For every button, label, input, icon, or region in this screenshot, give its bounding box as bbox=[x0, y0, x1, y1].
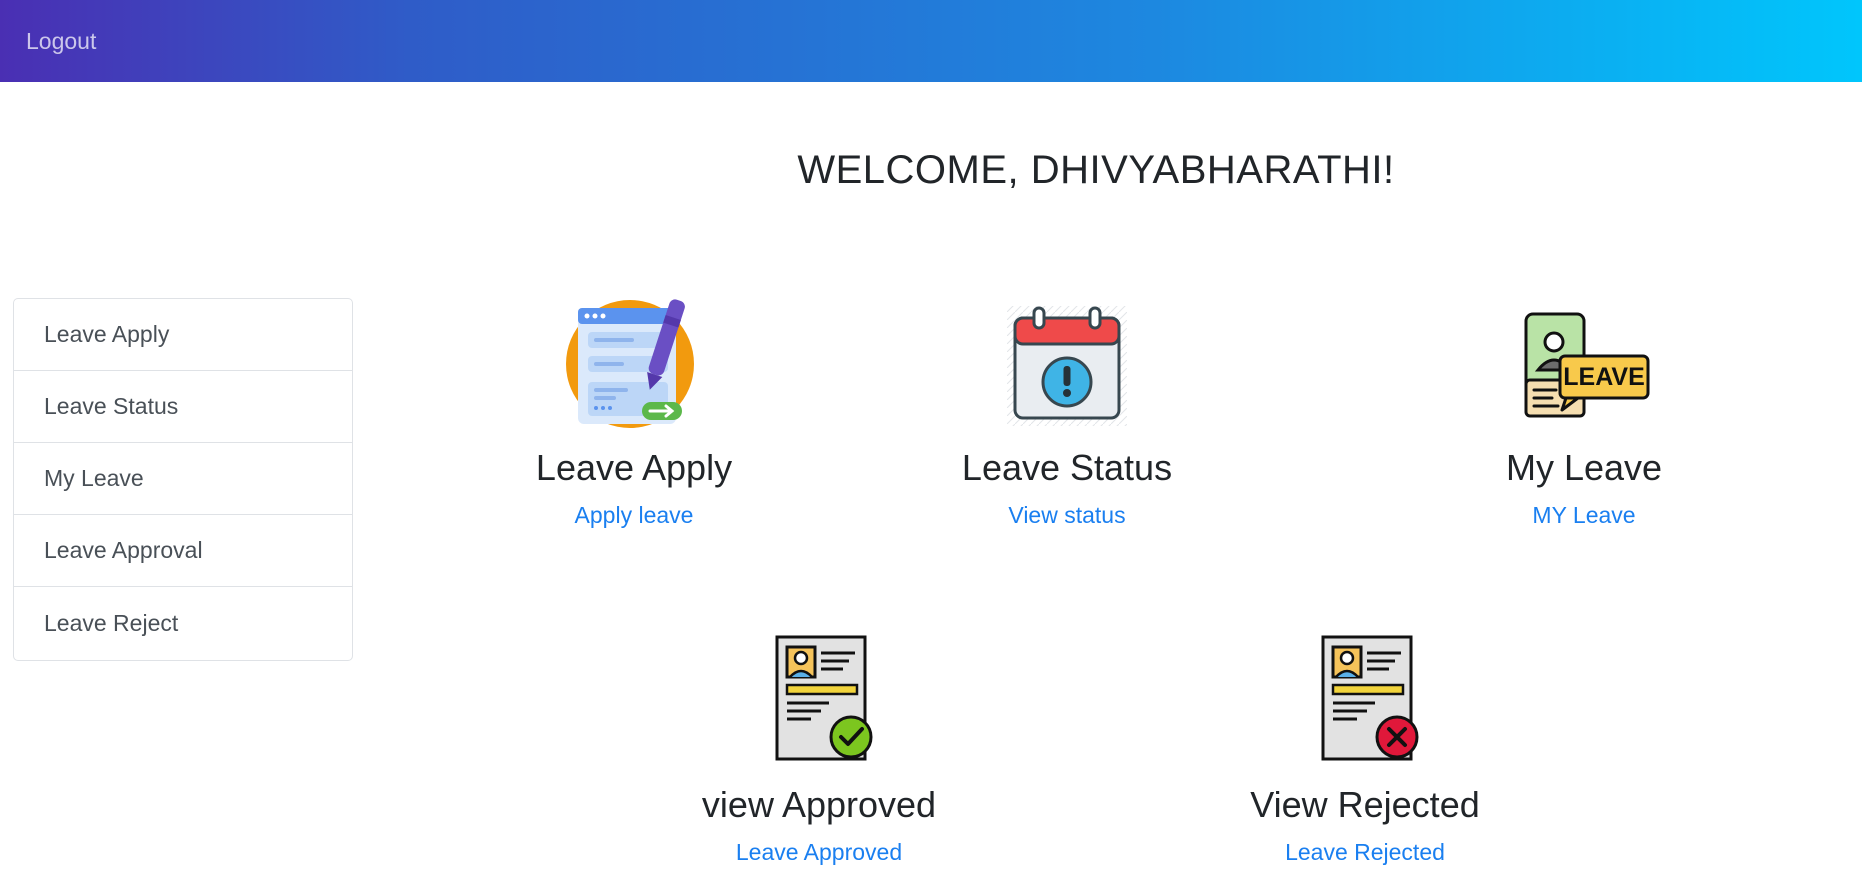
welcome-heading: WELCOME, DHIVYABHARATHI! bbox=[797, 148, 1395, 192]
sidebar-item-leave-reject[interactable]: Leave Reject bbox=[14, 587, 352, 660]
card-leave-status: Leave Status View status bbox=[887, 296, 1247, 529]
document-approved-icon bbox=[775, 635, 873, 761]
top-navbar: Logout bbox=[0, 0, 1862, 82]
leave-rejected-link[interactable]: Leave Rejected bbox=[1285, 839, 1445, 866]
card-title: view Approved bbox=[701, 784, 937, 825]
form-pen-icon bbox=[566, 299, 694, 428]
apply-leave-link[interactable]: Apply leave bbox=[575, 502, 694, 529]
view-status-link[interactable]: View status bbox=[1008, 502, 1125, 529]
card-leave-apply: Leave Apply Apply leave bbox=[454, 296, 814, 529]
card-view-approved: view Approved Leave Approved bbox=[639, 633, 999, 866]
my-leave-link[interactable]: MY Leave bbox=[1532, 502, 1635, 529]
card-title: Leave Apply bbox=[535, 447, 733, 488]
card-view-rejected: View Rejected Leave Rejected bbox=[1185, 633, 1545, 866]
sidebar-item-leave-apply[interactable]: Leave Apply bbox=[14, 299, 352, 371]
sidebar-item-leave-approval[interactable]: Leave Approval bbox=[14, 515, 352, 587]
id-card-leave-icon: LEAVE bbox=[1524, 312, 1650, 418]
sidebar-item-leave-status[interactable]: Leave Status bbox=[14, 371, 352, 443]
sidebar-menu: Leave Apply Leave Status My Leave Leave … bbox=[13, 298, 353, 661]
card-title: My Leave bbox=[1505, 447, 1663, 488]
card-my-leave: LEAVE My Leave MY Leave bbox=[1404, 296, 1764, 529]
calendar-alert-icon bbox=[1007, 306, 1127, 426]
card-title: View Rejected bbox=[1250, 784, 1480, 825]
document-rejected-icon bbox=[1321, 635, 1419, 761]
logout-link[interactable]: Logout bbox=[26, 28, 96, 55]
card-title: Leave Status bbox=[961, 447, 1173, 488]
sidebar-item-my-leave[interactable]: My Leave bbox=[14, 443, 352, 515]
leave-approved-link[interactable]: Leave Approved bbox=[736, 839, 902, 866]
leave-badge-text: LEAVE bbox=[1563, 363, 1645, 391]
